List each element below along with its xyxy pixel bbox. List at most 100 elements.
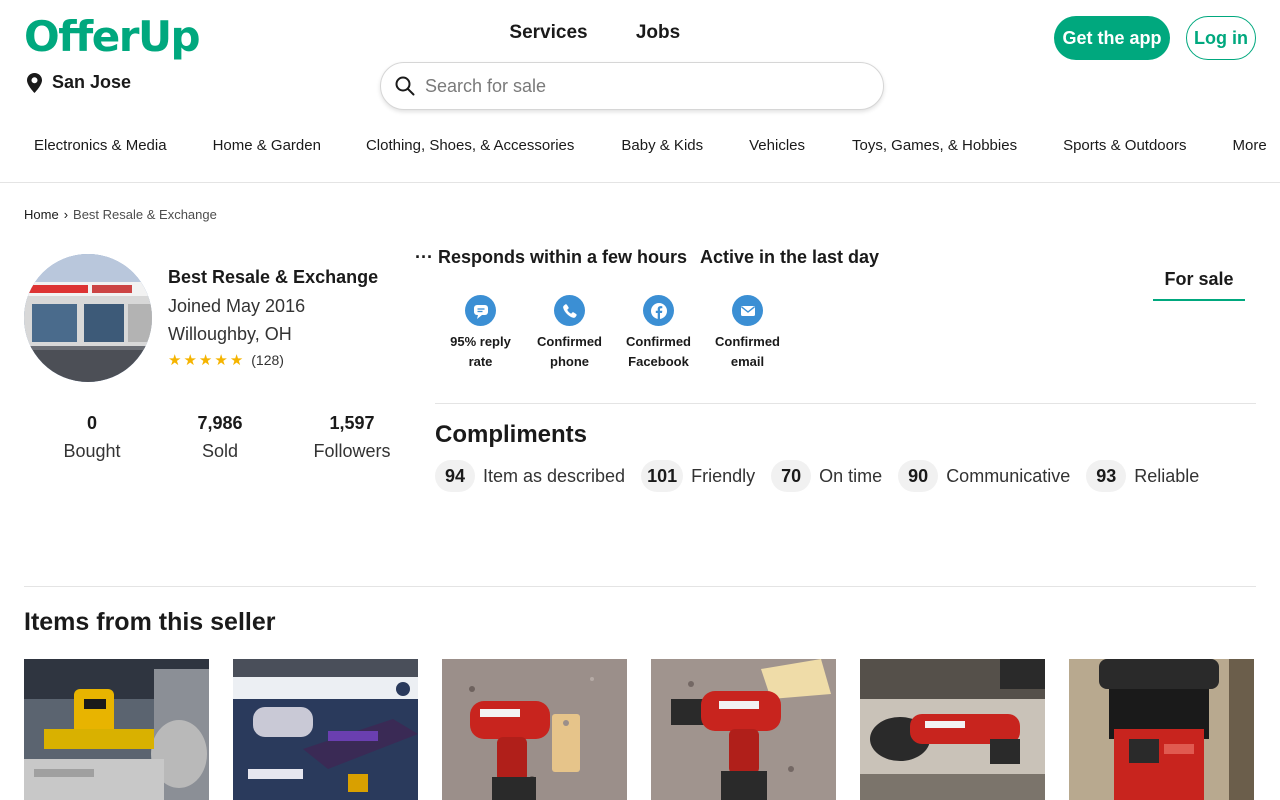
response-time: ··· Responds within a few hours	[415, 247, 687, 268]
active-status: Active in the last day	[700, 247, 880, 267]
item-image	[24, 659, 209, 800]
breadcrumb-home[interactable]: Home	[24, 207, 59, 222]
item-image	[1069, 659, 1254, 800]
item-card-impact-driver[interactable]	[442, 659, 627, 800]
seller-stats: 0 Bought 7,986 Sold 1,597 Followers	[24, 412, 424, 462]
rating-count: (128)	[251, 352, 284, 368]
compliment-label: Reliable	[1134, 465, 1200, 486]
compliment-count: 94	[435, 460, 475, 492]
login-button[interactable]: Log in	[1186, 16, 1256, 60]
chat-bubble-icon	[465, 295, 496, 326]
compliment-item: 70 On time	[771, 460, 882, 492]
compliments-title: Compliments	[435, 421, 588, 448]
top-nav-tabs: For sale Services Jobs	[453, 22, 1245, 301]
stat-followers[interactable]: 1,597 Followers	[280, 412, 424, 462]
compliment-count: 90	[898, 460, 939, 492]
breadcrumb-separator: ›	[63, 207, 69, 222]
search-bar	[380, 62, 884, 110]
badge-line2: phone	[550, 354, 589, 369]
phone-icon	[554, 295, 585, 326]
stat-bought: 0 Bought	[24, 412, 160, 462]
search-icon	[395, 76, 415, 96]
compliment-count: 101	[641, 460, 684, 492]
category-toys-games[interactable]: Toys, Games, & Hobbies	[852, 137, 1017, 154]
search-input[interactable]	[425, 75, 845, 97]
stat-label: Bought	[63, 441, 121, 461]
category-electronics-media[interactable]: Electronics & Media	[34, 137, 167, 154]
item-card-miter-saw[interactable]	[24, 659, 209, 800]
stat-value: 0	[86, 413, 97, 433]
item-image	[651, 659, 836, 800]
star-icon: ★	[214, 352, 228, 369]
badge-line1: 95% reply	[450, 334, 511, 349]
seller-location: Willoughby, OH	[168, 324, 292, 344]
section-divider	[24, 586, 1256, 587]
item-card-angle-grinder[interactable]	[860, 659, 1045, 800]
tab-for-sale[interactable]: For sale	[1153, 269, 1245, 301]
breadcrumb: Home › Best Resale & Exchange	[24, 207, 217, 222]
location-selector[interactable]: San Jose	[26, 72, 131, 93]
get-app-button[interactable]: Get the app	[1054, 16, 1170, 60]
badge-confirmed-facebook: Confirmed Facebook	[614, 295, 703, 372]
compliment-item: 101 Friendly	[641, 460, 755, 492]
seller-name: Best Resale & Exchange	[168, 267, 379, 287]
tab-jobs[interactable]: Jobs	[628, 22, 688, 54]
category-nav: Electronics & Media Home & Garden Clothi…	[34, 137, 1267, 154]
badge-line2: email	[730, 354, 765, 369]
seller-avatar	[24, 254, 152, 382]
item-card-wet-dry-vacuum[interactable]	[1069, 659, 1254, 800]
compliment-label: Item as described	[483, 465, 626, 486]
compliment-count: 70	[771, 460, 812, 492]
compliment-item: 94 Item as described	[435, 460, 625, 492]
star-icon: ★	[168, 352, 182, 369]
item-image	[233, 659, 418, 800]
seller-rating[interactable]: ★ ★ ★ ★ ★ (128)	[168, 351, 284, 369]
response-time-label: Responds within a few hours	[438, 247, 688, 267]
item-image	[860, 659, 1045, 800]
compliment-count: 93	[1086, 460, 1127, 492]
item-card-retro-console[interactable]	[233, 659, 418, 800]
badge-line2: rate	[468, 354, 493, 369]
badge-line1: Confirmed	[626, 334, 691, 349]
email-icon	[732, 295, 763, 326]
star-icon: ★	[183, 352, 197, 369]
location-pin-icon	[27, 72, 42, 93]
ellipsis-icon: ···	[415, 247, 433, 267]
offerup-logo[interactable]: OfferUp	[24, 12, 201, 61]
compliment-item: 90 Communicative	[898, 460, 1070, 492]
stat-value: 1,597	[329, 413, 375, 433]
item-image	[442, 659, 627, 800]
badge-reply-rate: 95% reply rate	[436, 295, 525, 372]
badge-confirmed-email: Confirmed email	[703, 295, 792, 372]
badge-line2: Facebook	[628, 354, 689, 369]
star-icon: ★	[229, 352, 244, 369]
breadcrumb-current: Best Resale & Exchange	[73, 207, 217, 222]
category-vehicles[interactable]: Vehicles	[749, 137, 805, 154]
category-clothing[interactable]: Clothing, Shoes, & Accessories	[366, 137, 574, 154]
seller-joined-date: Joined May 2016	[168, 296, 306, 316]
category-more[interactable]: More	[1232, 137, 1266, 154]
compliment-label: Friendly	[691, 465, 756, 486]
storefront-image	[24, 254, 152, 382]
item-card-power-drill[interactable]	[651, 659, 836, 800]
category-home-garden[interactable]: Home & Garden	[213, 137, 321, 154]
location-label: San Jose	[52, 72, 132, 92]
compliment-label: Communicative	[946, 465, 1071, 486]
tab-services[interactable]: Services	[496, 22, 601, 54]
star-icon: ★	[198, 352, 213, 369]
site-header: OfferUp San Jose For sale Services Jobs …	[0, 0, 1280, 301]
compliment-label: On time	[819, 465, 883, 486]
category-sports-outdoors[interactable]: Sports & Outdoors	[1063, 137, 1186, 154]
section-divider	[435, 403, 1256, 404]
items-grid	[24, 659, 1254, 800]
stat-label: Followers	[313, 441, 391, 461]
compliments-list: 94 Item as described 101 Friendly 70 On …	[435, 460, 1215, 492]
badge-line1: Confirmed	[537, 334, 602, 349]
items-section-title: Items from this seller	[24, 608, 276, 636]
category-baby-kids[interactable]: Baby & Kids	[621, 137, 703, 154]
stat-label: Sold	[201, 441, 239, 461]
stat-sold: 7,986 Sold	[160, 412, 280, 462]
badge-line1: Confirmed	[715, 334, 780, 349]
compliment-item: 93 Reliable	[1086, 460, 1199, 492]
facebook-icon	[643, 295, 674, 326]
